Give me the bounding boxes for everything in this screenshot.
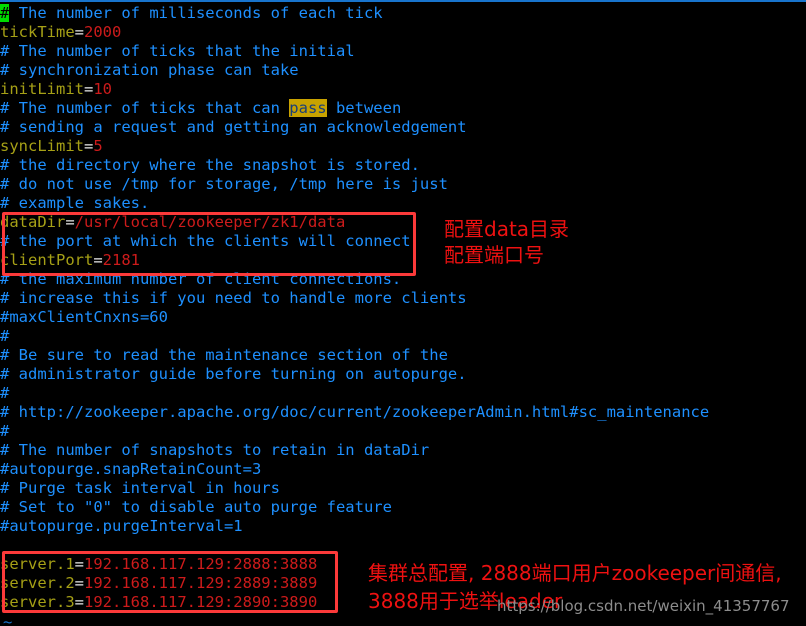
- equals-sign: =: [93, 251, 103, 269]
- code-line[interactable]: # synchronization phase can take: [0, 61, 806, 80]
- code-line[interactable]: # The number of ticks that can pass betw…: [0, 99, 806, 118]
- code-line[interactable]: # Set to "0" to disable auto purge featu…: [0, 498, 806, 517]
- code-line[interactable]: # The number of snapshots to retain in d…: [0, 441, 806, 460]
- config-value: 192.168.117.129:2889:3889: [84, 574, 318, 592]
- code-line[interactable]: # increase this if you need to handle mo…: [0, 289, 806, 308]
- equals-sign: =: [74, 23, 84, 41]
- code-line[interactable]: tickTime=2000: [0, 23, 806, 42]
- annotation-text-datadir: 配置data目录 配置端口号: [444, 217, 570, 267]
- config-key: initLimit: [0, 80, 84, 98]
- config-key: clientPort: [0, 251, 94, 269]
- vim-tilde-filler: ~: [3, 613, 13, 626]
- watermark-text: https://blog.csdn.net/weixin_41357767: [497, 597, 790, 615]
- code-line[interactable]: # example sakes.: [0, 194, 806, 213]
- top-edge-rule: [0, 0, 806, 2]
- code-line[interactable]: # The number of milliseconds of each tic…: [0, 4, 806, 23]
- equals-sign: =: [74, 574, 84, 592]
- code-line[interactable]: [0, 536, 806, 555]
- config-value: 192.168.117.129:2888:3888: [84, 555, 318, 573]
- config-key: dataDir: [0, 213, 66, 231]
- code-line[interactable]: syncLimit=5: [0, 137, 806, 156]
- config-key: tickTime: [0, 23, 75, 41]
- code-line[interactable]: #maxClientCnxns=60: [0, 308, 806, 327]
- config-value: 10: [93, 80, 113, 98]
- code-line[interactable]: # Be sure to read the maintenance sectio…: [0, 346, 806, 365]
- equals-sign: =: [74, 593, 84, 611]
- code-line[interactable]: # administrator guide before turning on …: [0, 365, 806, 384]
- code-line[interactable]: #autopurge.purgeInterval=1: [0, 517, 806, 536]
- code-line[interactable]: # the directory where the snapshot is st…: [0, 156, 806, 175]
- code-line[interactable]: #: [0, 422, 806, 441]
- code-line[interactable]: # the port at which the clients will con…: [0, 232, 806, 251]
- code-line[interactable]: # The number of ticks that the initial: [0, 42, 806, 61]
- terminal-screen: # The number of milliseconds of each tic…: [0, 0, 806, 626]
- config-value: 2000: [84, 23, 122, 41]
- code-line[interactable]: initLimit=10: [0, 80, 806, 99]
- config-value: 192.168.117.129:2890:3890: [84, 593, 318, 611]
- equals-sign: =: [74, 555, 84, 573]
- code-line[interactable]: #: [0, 327, 806, 346]
- editor-text-area[interactable]: # The number of milliseconds of each tic…: [0, 4, 806, 612]
- code-line[interactable]: #autopurge.snapRetainCount=3: [0, 460, 806, 479]
- code-line[interactable]: # do not use /tmp for storage, /tmp here…: [0, 175, 806, 194]
- config-value: /usr/local/zookeeper/zk1/data: [74, 213, 346, 231]
- equals-sign: =: [65, 213, 75, 231]
- equals-sign: =: [84, 80, 94, 98]
- code-line[interactable]: dataDir=/usr/local/zookeeper/zk1/data: [0, 213, 806, 232]
- code-line[interactable]: # Purge task interval in hours: [0, 479, 806, 498]
- code-line[interactable]: # the maximum number of client connectio…: [0, 270, 806, 289]
- config-key: server.3: [0, 593, 75, 611]
- code-line[interactable]: # sending a request and getting an ackno…: [0, 118, 806, 137]
- search-match: pass: [289, 99, 327, 117]
- text-cursor: #: [0, 4, 10, 22]
- config-value: 5: [93, 137, 103, 155]
- config-value: 2181: [102, 251, 140, 269]
- config-key: server.1: [0, 555, 75, 573]
- code-line[interactable]: #: [0, 384, 806, 403]
- config-key: server.2: [0, 574, 75, 592]
- equals-sign: =: [84, 137, 94, 155]
- code-line[interactable]: clientPort=2181: [0, 251, 806, 270]
- code-line[interactable]: # http://zookeeper.apache.org/doc/curren…: [0, 403, 806, 422]
- config-key: syncLimit: [0, 137, 84, 155]
